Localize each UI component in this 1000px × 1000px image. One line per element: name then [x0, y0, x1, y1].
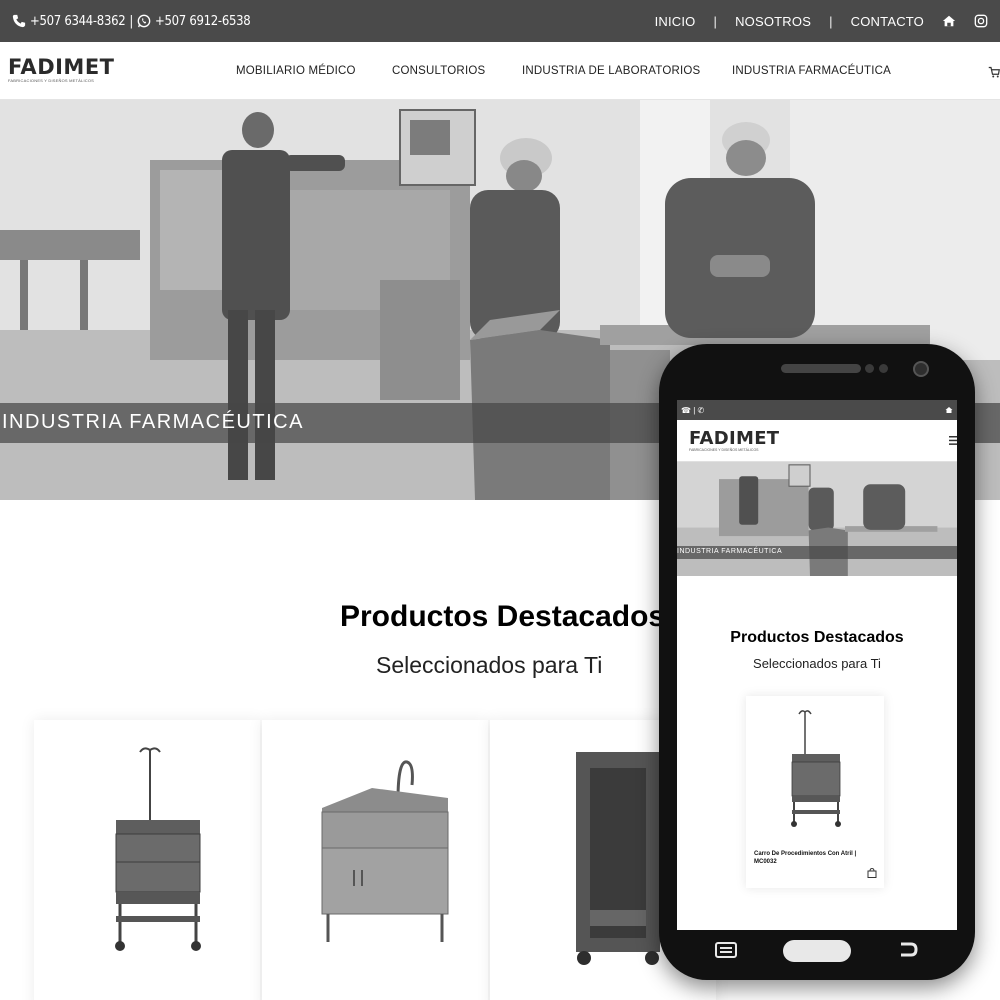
- menu-industria-laboratorios[interactable]: INDUSTRIA DE LABORATORIOS: [522, 65, 732, 77]
- phone-hero-banner: INDUSTRIA FARMACÉUTICA: [677, 462, 957, 576]
- sink-cabinet-icon: [321, 760, 449, 942]
- cart-icon[interactable]: [988, 66, 1000, 78]
- menu-mobiliario-medico[interactable]: MOBILIARIO MÉDICO: [236, 65, 392, 77]
- logo-text: FADIMET: [8, 55, 115, 79]
- home-icon[interactable]: [942, 14, 956, 28]
- home-button[interactable]: [783, 940, 851, 962]
- phone-navbar: FADIMET FABRICACIONES Y DISEÑOS METÁLICO…: [677, 420, 957, 462]
- featured-title: Productos Destacados: [340, 600, 666, 633]
- iv-stand-cart-icon: [115, 747, 201, 951]
- logo-tagline: FABRICACIONES Y DISEÑOS METÁLICOS: [8, 78, 95, 83]
- phone-number-1[interactable]: +507 6344-8362: [30, 14, 126, 29]
- iv-stand-cart-icon: [791, 710, 841, 827]
- top-nav-separator: |: [713, 13, 718, 29]
- phone-mockup: ☎ | ✆ FADIMET FABRICACIONES Y DISEÑOS ME…: [659, 344, 975, 980]
- phone-speaker: [781, 364, 861, 373]
- top-nav-inicio[interactable]: INICIO: [655, 14, 696, 29]
- phone-logo-text: FADIMET: [689, 428, 780, 449]
- phone-camera: [913, 361, 929, 377]
- phone-logo[interactable]: FADIMET FABRICACIONES Y DISEÑOS METÁLICO…: [689, 428, 780, 453]
- product-card[interactable]: [34, 720, 260, 1000]
- top-nav-nosotros[interactable]: NOSOTROS: [735, 14, 811, 29]
- whatsapp-icon: [137, 14, 151, 28]
- top-nav: INICIO | NOSOTROS | CONTACTO: [655, 14, 988, 29]
- featured-subtitle: Seleccionados para Ti: [376, 652, 603, 678]
- phone-contact-icons[interactable]: ☎ | ✆: [681, 406, 704, 415]
- phone-product-title[interactable]: Carro De Procedimientos Con Atril | MC00…: [754, 850, 878, 866]
- phone-sensor: [879, 364, 888, 373]
- phone-icon: [12, 14, 26, 28]
- menu-consultorios[interactable]: CONSULTORIOS: [392, 65, 522, 77]
- phone-top-bar: ☎ | ✆: [677, 400, 957, 420]
- main-navbar: FADIMET FABRICACIONES Y DISEÑOS METÁLICO…: [0, 42, 1000, 100]
- phone-sensor: [865, 364, 874, 373]
- home-icon[interactable]: [945, 406, 953, 414]
- phone-screen: ☎ | ✆ FADIMET FABRICACIONES Y DISEÑOS ME…: [677, 400, 957, 930]
- phone-product-card[interactable]: Carro De Procedimientos Con Atril | MC00…: [746, 696, 884, 888]
- phone-number-2[interactable]: +507 6912-6538: [155, 14, 251, 29]
- product-card[interactable]: [262, 720, 488, 1000]
- phone-featured-title: Productos Destacados: [730, 629, 904, 646]
- hamburger-menu-icon[interactable]: [949, 436, 957, 445]
- phone-hero-title: INDUSTRIA FARMACÉUTICA: [677, 548, 783, 555]
- site-logo[interactable]: FADIMET FABRICACIONES Y DISEÑOS METÁLICO…: [8, 55, 115, 88]
- hero-title: INDUSTRIA FARMACÉUTICA: [2, 411, 304, 433]
- back-icon[interactable]: [897, 940, 919, 960]
- recent-apps-icon[interactable]: [715, 942, 737, 958]
- contact-separator: |: [129, 13, 134, 29]
- contact-info: +507 6344-8362 | +507 6912-6538: [12, 13, 251, 29]
- top-bar: +507 6344-8362 | +507 6912-6538 INICIO |…: [0, 0, 1000, 42]
- menu-industria-farmaceutica[interactable]: INDUSTRIA FARMACÉUTICA: [732, 65, 902, 77]
- top-nav-separator: |: [829, 13, 833, 29]
- phone-softkeys: [659, 932, 975, 968]
- top-nav-contacto[interactable]: CONTACTO: [851, 14, 924, 29]
- phone-featured-subtitle: Seleccionados para Ti: [753, 656, 881, 671]
- instagram-icon[interactable]: [974, 14, 988, 28]
- shopping-bag-icon[interactable]: [867, 868, 877, 878]
- main-menu: MOBILIARIO MÉDICO CONSULTORIOS INDUSTRIA…: [236, 42, 902, 100]
